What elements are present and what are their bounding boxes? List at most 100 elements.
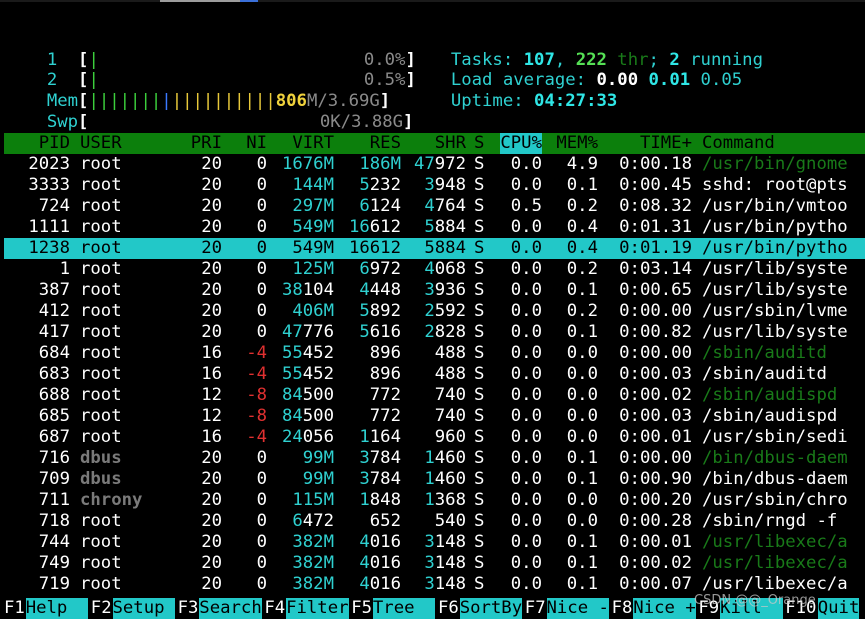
cell-cmd: /usr/sbin/sedi — [702, 427, 848, 447]
mem-bar-used: ||||||| — [88, 91, 162, 111]
fkey-label-f2[interactable]: Setup — [112, 598, 175, 619]
cell-shr: 960 — [434, 427, 466, 447]
mem-bar-buffers: | — [161, 91, 172, 111]
fkey-label-f7[interactable]: Nice - — [546, 598, 609, 619]
fkey-f6[interactable]: F6 — [438, 598, 459, 619]
cell-mem: 0.4 — [566, 238, 598, 258]
cell-user: root — [80, 553, 122, 573]
cell-ni: 0 — [256, 301, 267, 321]
fkey-label-f8[interactable]: Nice + — [633, 598, 696, 619]
column-header-s[interactable]: S — [474, 133, 484, 154]
process-row[interactable]: 718 root 20 0 6472 652 540 S 0.0 0.0 0:00.28/sbin/… — [4, 511, 865, 532]
fkey-label-f5[interactable]: Tree — [372, 598, 436, 619]
cell-shr: 740 — [434, 406, 466, 426]
cell-shr: 5884 — [424, 217, 466, 237]
column-header-virt[interactable]: VIRT — [292, 133, 334, 154]
fkey-f3[interactable]: F3 — [178, 598, 199, 619]
column-header-res[interactable]: RES — [370, 133, 401, 154]
cell-pid: 683 — [38, 364, 70, 384]
process-row[interactable]: 3333 root 20 0 144M 5232 3948 S 0.0 0.1 0:00.45 ssh… — [4, 175, 865, 196]
fkey-f2[interactable]: F2 — [91, 598, 112, 619]
fkey-f8[interactable]: F8 — [612, 598, 633, 619]
process-row[interactable]: 685 root 12 -8 84500 772 740 S 0.0 0.0 0:00.03/sbi… — [4, 406, 865, 427]
cell-s: S — [474, 196, 485, 216]
cell-cpu: 0.0 — [510, 490, 542, 510]
process-row[interactable]: 687 root 16 -4 24056 1164 960 S 0.0 0.0 0:00.01/us… — [4, 427, 865, 448]
cell-pid: 1 — [59, 259, 70, 279]
cell-virt: 125M — [292, 259, 334, 279]
cell-pri: 16 — [201, 364, 222, 384]
cell-pri: 20 — [201, 553, 222, 573]
cell-pid: 744 — [38, 532, 70, 552]
cell-res: 6124 — [359, 196, 401, 216]
cell-cmd: /usr/lib/syste — [702, 259, 848, 279]
tab-indicator — [160, 0, 240, 2]
process-row[interactable]: 387 root 20 0 38104 4448 3936 S 0.0 0.1 0:00.65/us… — [4, 280, 865, 301]
cell-ni: 0 — [256, 511, 267, 531]
process-row[interactable]: 716 dbus 20 0 99M 3784 1460 S 0.0 0.1 0:00.00/bin/… — [4, 448, 865, 469]
fkey-f7[interactable]: F7 — [525, 598, 546, 619]
fkey-f1[interactable]: F1 — [4, 598, 25, 619]
cell-user: root — [80, 574, 122, 594]
cell-mem: 0.0 — [566, 406, 598, 426]
fkey-label-f3[interactable]: Search — [199, 598, 262, 619]
process-row[interactable]: 724 root 20 0 297M 6124 4764 S 0.5 0.2 0:08.32/usr… — [4, 196, 865, 217]
column-header-cpu[interactable]: CPU% — [500, 133, 542, 154]
cell-ni: -8 — [246, 385, 267, 405]
cell-ni: 0 — [256, 532, 267, 552]
column-header-cmd[interactable]: Command — [702, 133, 775, 154]
process-row[interactable]: 683 root 16 -4 55452 896 488 S 0.0 0.0 0:00.03/sbi… — [4, 364, 865, 385]
fkey-f5[interactable]: F5 — [351, 598, 372, 619]
cell-mem: 4.9 — [566, 154, 598, 174]
column-header-time[interactable]: TIME+ — [640, 133, 692, 154]
process-row[interactable]: 684 root 16 -4 55452 896 488 S 0.0 0.0 0:00.00/sbi… — [4, 343, 865, 364]
cell-s: S — [474, 301, 485, 321]
cell-user: chrony — [80, 490, 143, 510]
cell-res: 4016 — [359, 574, 401, 594]
process-row[interactable]: 1 root 20 0 125M 6972 4068 S 0.0 0.2 0:03.14/usr/l… — [4, 259, 865, 280]
cell-cpu: 0.0 — [510, 511, 542, 531]
cell-mem: 0.1 — [566, 532, 598, 552]
fkey-label-f1[interactable]: Help — [25, 598, 89, 619]
process-row[interactable]: 711 chrony 20 0 115M 1848 1368 S 0.0 0.0 0:00.20/u… — [4, 490, 865, 511]
process-row[interactable]: 688 root 12 -8 84500 772 740 S 0.0 0.0 0:00.02/sbi… — [4, 385, 865, 406]
column-header-pri[interactable]: PRI — [191, 133, 222, 154]
cell-s: S — [474, 154, 485, 174]
process-row[interactable]: 709 dbus 20 0 99M 3784 1460 S 0.0 0.1 0:00.90/bin/… — [4, 469, 865, 490]
process-row[interactable]: 412 root 20 0 406M 5892 2592 S 0.0 0.2 0:00.00/usr… — [4, 301, 865, 322]
cell-ni: 0 — [256, 154, 267, 174]
column-header-ni[interactable]: NI — [246, 133, 267, 154]
cell-user: dbus — [80, 469, 122, 489]
cell-res: 896 — [369, 364, 401, 384]
fkey-label-f4[interactable]: Filter — [286, 598, 349, 619]
cell-pri: 20 — [201, 448, 222, 468]
process-row[interactable]: 2023 root 20 0 1676M 186M 47972 S 0.0 4.9 0:00.18 /… — [4, 154, 865, 175]
cell-virt: 99M — [302, 448, 334, 468]
cell-user: dbus — [80, 448, 122, 468]
cell-time: 0:01.19 — [619, 238, 692, 258]
cell-time: 0:00.01 — [619, 427, 692, 447]
process-row[interactable]: 417 root 20 0 47776 5616 2828 S 0.0 0.1 0:00.82/us… — [4, 322, 865, 343]
swap-meter: Swp[ — [46, 112, 89, 132]
fkey-label-f6[interactable]: SortBy — [459, 598, 523, 619]
fkey-label-f10[interactable]: Quit — [817, 598, 860, 619]
cell-s: S — [474, 574, 485, 594]
column-header-shr[interactable]: SHR — [435, 133, 466, 154]
process-row[interactable]: 1111 root 20 0 549M 16612 5884 S 0.0 0.4 0:01.31/u… — [4, 217, 865, 238]
cell-cmd: /usr/libexec/a — [702, 553, 848, 573]
cell-cpu: 0.0 — [510, 427, 542, 447]
column-header-pid[interactable]: PID — [39, 133, 70, 154]
process-row[interactable]: 1238 root 20 0 549M 16612 5884 S 0.0 0.4 0:01.19/u… — [4, 238, 865, 259]
cell-res: 772 — [369, 385, 401, 405]
column-header-user[interactable]: USER — [80, 133, 122, 154]
cell-pid: 3333 — [28, 175, 70, 195]
cell-pri: 20 — [201, 280, 222, 300]
process-row[interactable]: 749 root 20 0 382M 4016 3148 S 0.0 0.1 0:00.02/usr… — [4, 553, 865, 574]
cell-pid: 716 — [38, 448, 70, 468]
cell-time: 0:00.02 — [619, 385, 692, 405]
column-header-mem[interactable]: MEM% — [556, 133, 598, 154]
process-row[interactable]: 744 root 20 0 382M 4016 3148 S 0.0 0.1 0:00.01/usr… — [4, 532, 865, 553]
fkey-f4[interactable]: F4 — [264, 598, 285, 619]
cell-res: 4016 — [359, 532, 401, 552]
cell-pri: 12 — [201, 406, 222, 426]
